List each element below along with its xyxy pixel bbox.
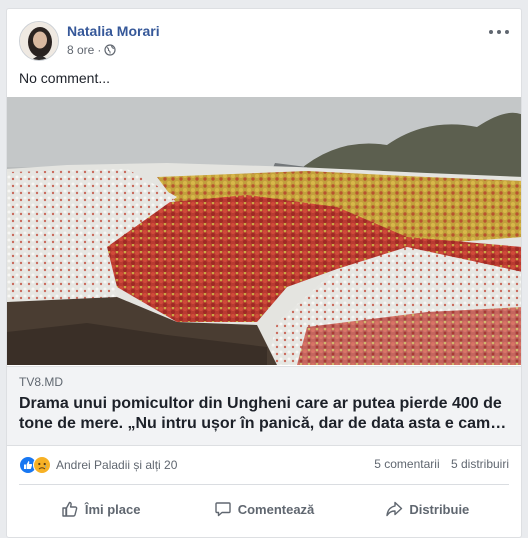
shares-count[interactable]: 5 distribuiri [451,457,509,471]
comment-button[interactable]: Comentează [182,487,345,531]
post-text: No comment... [19,70,111,86]
author-name[interactable]: Natalia Morari [67,23,160,39]
link-title[interactable]: Drama unui pomicultor din Ungheni care a… [19,394,511,434]
post-time[interactable]: 8 ore [67,43,94,57]
post-meta: 8 ore · [67,43,116,57]
comment-icon [215,502,231,517]
globe-icon[interactable] [104,44,116,56]
share-label: Distribuie [409,501,470,517]
action-bar: Îmi place Comentează Distribuie [19,487,509,531]
meta-separator: · [97,43,102,57]
divider [19,484,509,485]
more-options-icon[interactable] [489,25,509,39]
avatar[interactable] [19,21,59,61]
post-card: Natalia Morari 8 ore · No comment... TV8… [6,8,522,538]
like-label: Îmi place [84,501,141,517]
share-button[interactable]: Distribuie [346,487,509,531]
engagement-counts: 5 comentarii 5 distribuiri [374,457,509,471]
reacted-by[interactable]: Andrei Paladii și alți 20 [56,458,177,472]
post-photo[interactable] [7,97,522,365]
share-icon [386,501,403,517]
comments-count[interactable]: 5 comentarii [374,457,439,471]
post-header: Natalia Morari 8 ore · [19,21,509,61]
reactions-summary[interactable]: Andrei Paladii și alți 20 [19,456,177,474]
thumbs-up-icon [62,501,78,517]
link-preview[interactable]: TV8.MD Drama unui pomicultor din Ungheni… [7,366,521,446]
comment-label: Comentează [237,501,315,517]
sad-icon [33,456,51,474]
post-stats: Andrei Paladii și alți 20 5 comentarii 5… [19,455,509,475]
like-button[interactable]: Îmi place [19,487,182,531]
link-domain: TV8.MD [19,375,64,389]
